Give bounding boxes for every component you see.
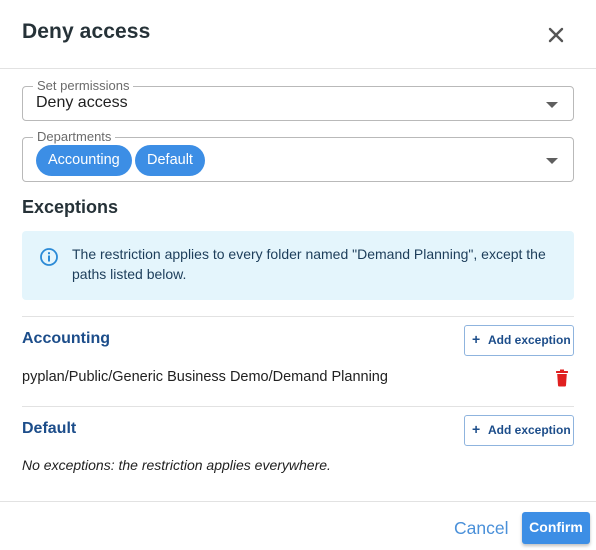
cancel-button[interactable]: Cancel [454, 518, 508, 539]
dialog-title: Deny access [22, 20, 151, 43]
departments-label: Departments [33, 129, 116, 145]
exception-path: pyplan/Public/Generic Business Demo/Dema… [22, 369, 388, 385]
permissions-label: Set permissions [33, 78, 134, 94]
divider [22, 406, 574, 407]
trash-icon[interactable] [555, 369, 571, 387]
caret-down-icon[interactable] [546, 158, 558, 164]
add-exception-label: Add exception [488, 333, 571, 347]
plus-icon: + [472, 421, 481, 437]
chip-accounting[interactable]: Accounting [36, 145, 132, 176]
add-exception-label: Add exception [488, 423, 571, 437]
close-icon[interactable] [544, 23, 568, 47]
exceptions-heading: Exceptions [22, 197, 119, 217]
dialog-header: Deny access [0, 0, 596, 69]
group-title-default: Default [22, 420, 77, 437]
permissions-select[interactable]: Set permissions Deny access [22, 78, 574, 121]
caret-down-icon[interactable] [546, 102, 558, 108]
departments-select[interactable]: Departments Accounting Default [22, 129, 574, 182]
add-exception-button-accounting[interactable]: + Add exception [464, 325, 574, 356]
plus-icon: + [472, 331, 481, 347]
group-title-accounting: Accounting [22, 330, 110, 347]
divider [22, 316, 574, 317]
confirm-button[interactable]: Confirm [522, 512, 590, 544]
info-icon [39, 247, 59, 272]
chip-default[interactable]: Default [135, 145, 205, 176]
info-text: The restriction applies to every folder … [72, 246, 546, 282]
dialog-footer: Cancel Confirm [0, 501, 596, 550]
no-exceptions-text: No exceptions: the restriction applies e… [22, 457, 331, 473]
info-banner: The restriction applies to every folder … [22, 231, 574, 300]
add-exception-button-default[interactable]: + Add exception [464, 415, 574, 446]
permissions-value: Deny access [36, 94, 128, 111]
